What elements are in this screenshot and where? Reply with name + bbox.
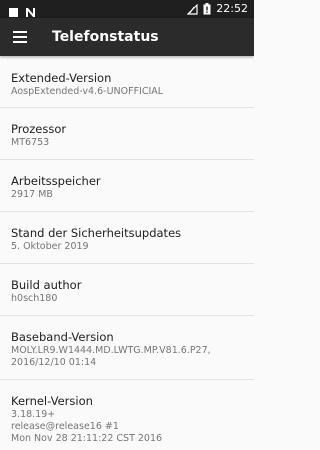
list-item-summary: MOLY.LR9.W1444.MD.LWTG.MP.V81.6.P27, 201… [11, 345, 211, 368]
list-item-title: Extended-Version [11, 71, 112, 85]
menu-button[interactable] [10, 27, 30, 47]
list-item-title: Prozessor [11, 122, 67, 136]
list-item-summary: AospExtended-v4.6-UNOFFICIAL [11, 86, 164, 97]
list-item-title: Baseband-Version [11, 330, 114, 344]
list-item-kernel-version[interactable]: Kernel-Version 3.18.19+ release@release1… [0, 380, 254, 450]
phone-status-screen: 22:52 Telefonstatus Extended-Version Aos… [0, 0, 254, 450]
page-title: Telefonstatus [52, 29, 159, 45]
list-item-title: Kernel-Version [11, 394, 93, 408]
list-item-summary: 3.18.19+ release@release16 #1 Mon Nov 28… [11, 409, 163, 444]
battery-icon [203, 0, 211, 19]
list-item-build-author[interactable]: Build author h0sch180 [0, 264, 254, 316]
list-item-security-update[interactable]: Stand der Sicherheitsupdates 5. Oktober … [0, 212, 254, 264]
list-item-baseband-version[interactable]: Baseband-Version MOLY.LR9.W1444.MD.LWTG.… [0, 316, 254, 380]
no-signal-icon [186, 0, 198, 19]
list-item-summary: h0sch180 [11, 293, 58, 304]
list-item-processor[interactable]: Prozessor MT6753 [0, 108, 254, 160]
status-list: Extended-Version AospExtended-v4.6-UNOFF… [0, 56, 254, 450]
status-bar-system: 22:52 [186, 0, 248, 19]
list-item-extended-version[interactable]: Extended-Version AospExtended-v4.6-UNOFF… [0, 56, 254, 108]
status-bar-clock: 22:52 [216, 2, 248, 15]
app-toolbar: Telefonstatus [0, 18, 254, 56]
list-item-title: Stand der Sicherheitsupdates [11, 226, 182, 240]
list-item-summary: 5. Oktober 2019 [11, 241, 89, 252]
list-item-title: Arbeitsspeicher [11, 174, 101, 188]
list-item-summary: 2917 MB [11, 189, 53, 200]
list-item-title: Build author [11, 278, 82, 292]
list-item-memory[interactable]: Arbeitsspeicher 2917 MB [0, 160, 254, 212]
hamburger-menu-icon [13, 28, 27, 47]
status-bar: 22:52 [0, 0, 254, 18]
list-item-summary: MT6753 [11, 137, 50, 148]
